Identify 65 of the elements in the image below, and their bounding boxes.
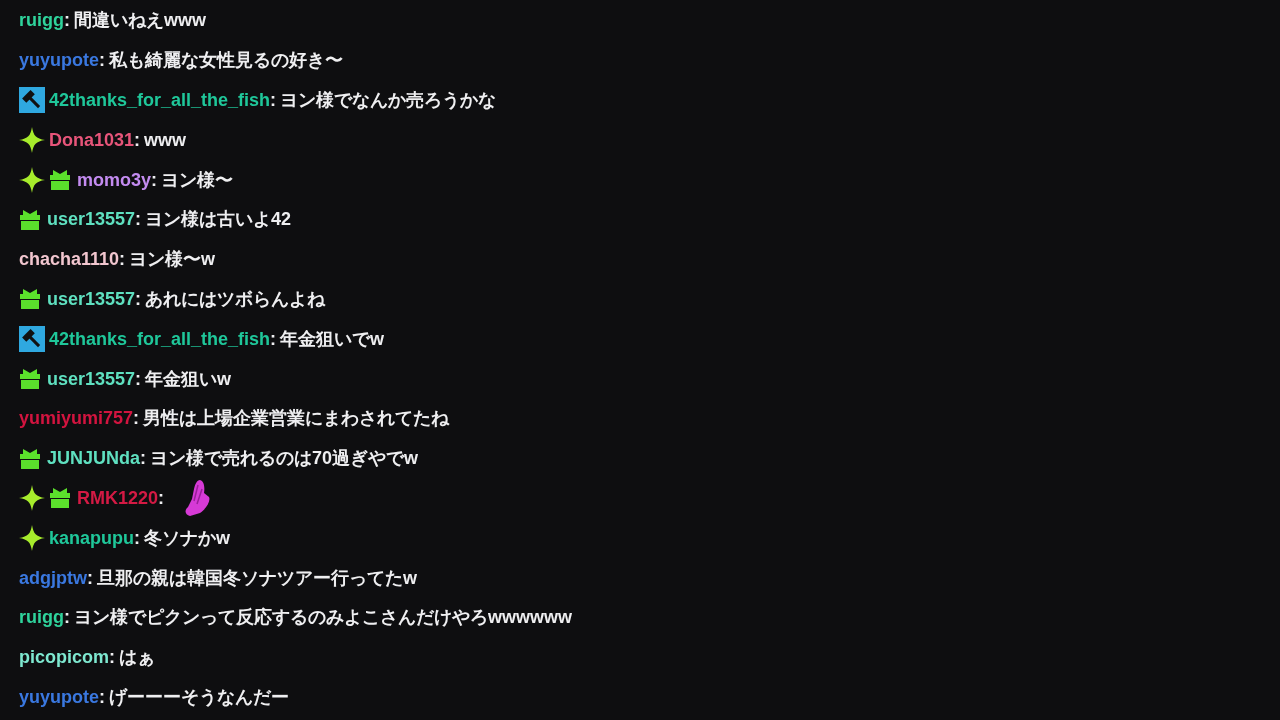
username[interactable]: 42thanks_for_all_the_fish <box>49 87 271 114</box>
gift-icon <box>19 447 41 470</box>
gift-icon <box>49 169 71 192</box>
message-text: 年金狙いでw <box>280 327 385 351</box>
username[interactable]: yuyupote <box>19 47 99 75</box>
message-text: 年金狙いw <box>145 367 232 391</box>
colon: : <box>134 526 140 550</box>
colon: : <box>133 407 140 431</box>
message-text: ヨン様で売れるのは70過ぎやでw <box>150 447 419 471</box>
colon: : <box>119 248 126 272</box>
colon: : <box>87 566 93 590</box>
username[interactable]: 42thanks_for_all_the_fish <box>49 325 271 353</box>
gift-icon <box>19 288 41 311</box>
username[interactable]: user13557 <box>47 285 136 313</box>
colon: : <box>135 287 142 311</box>
username[interactable]: picopicom <box>19 644 109 672</box>
username[interactable]: chacha1110 <box>19 246 120 274</box>
colon: : <box>135 367 142 391</box>
username[interactable]: adgjptw <box>19 564 87 592</box>
message-text: げーーーそうなんだー <box>109 685 289 709</box>
gift-icon <box>49 487 71 510</box>
message-text: ヨン様〜w <box>129 248 216 272</box>
username[interactable]: RMK1220 <box>77 484 159 512</box>
hammer-icon <box>19 326 45 353</box>
message-text: 冬ソナかw <box>144 526 231 550</box>
message-text: ヨン様は古いよ42 <box>145 208 292 232</box>
colon: : <box>64 606 70 630</box>
colon: : <box>151 168 158 192</box>
username[interactable]: yuyupote <box>19 683 99 711</box>
colon: : <box>99 685 105 709</box>
sparkle-icon <box>19 485 45 512</box>
username[interactable]: yumiyumi757 <box>19 405 134 433</box>
username[interactable]: ruigg <box>19 7 64 35</box>
message-text: www <box>144 128 187 152</box>
message-text: はぁ <box>119 646 155 670</box>
colon: : <box>135 208 142 232</box>
message-text: 旦那の親は韓国冬ソナツアー行ってたw <box>97 566 417 590</box>
colon: : <box>99 49 105 73</box>
message-text: あれにはツボらんよね <box>145 287 326 311</box>
colon: : <box>64 9 70 33</box>
colon: : <box>140 447 147 471</box>
username[interactable]: JUNJUNda <box>47 445 141 473</box>
message-text: ヨン様でなんか売ろうかな <box>280 89 497 112</box>
message-text: ヨン様でピクンって反応するのみよこさんだけやろwwwwww <box>74 606 572 630</box>
username[interactable]: user13557 <box>47 206 136 234</box>
hammer-icon <box>19 87 45 114</box>
sparkle-icon <box>19 167 45 194</box>
username[interactable]: kanapupu <box>49 524 134 552</box>
gift-icon <box>19 208 41 231</box>
message-text: 間違いねえwww <box>74 9 206 33</box>
sparkle-icon <box>19 127 45 154</box>
username[interactable]: user13557 <box>47 365 136 393</box>
message-text: ヨン様〜 <box>161 168 234 192</box>
colon: : <box>270 327 277 351</box>
username[interactable]: momo3y <box>77 166 152 194</box>
colon: : <box>134 128 141 152</box>
username[interactable]: Dona1031 <box>49 126 135 154</box>
message-text: 男性は上場企業営業にまわされてたね <box>143 407 450 431</box>
colon: : <box>158 486 165 510</box>
colon: : <box>270 89 277 112</box>
message-text: 私も綺麗な女性見るの好き〜 <box>109 49 343 73</box>
sparkle-icon <box>19 525 45 552</box>
username[interactable]: ruigg <box>19 604 64 632</box>
colon: : <box>109 646 115 670</box>
gift-icon <box>19 368 41 391</box>
